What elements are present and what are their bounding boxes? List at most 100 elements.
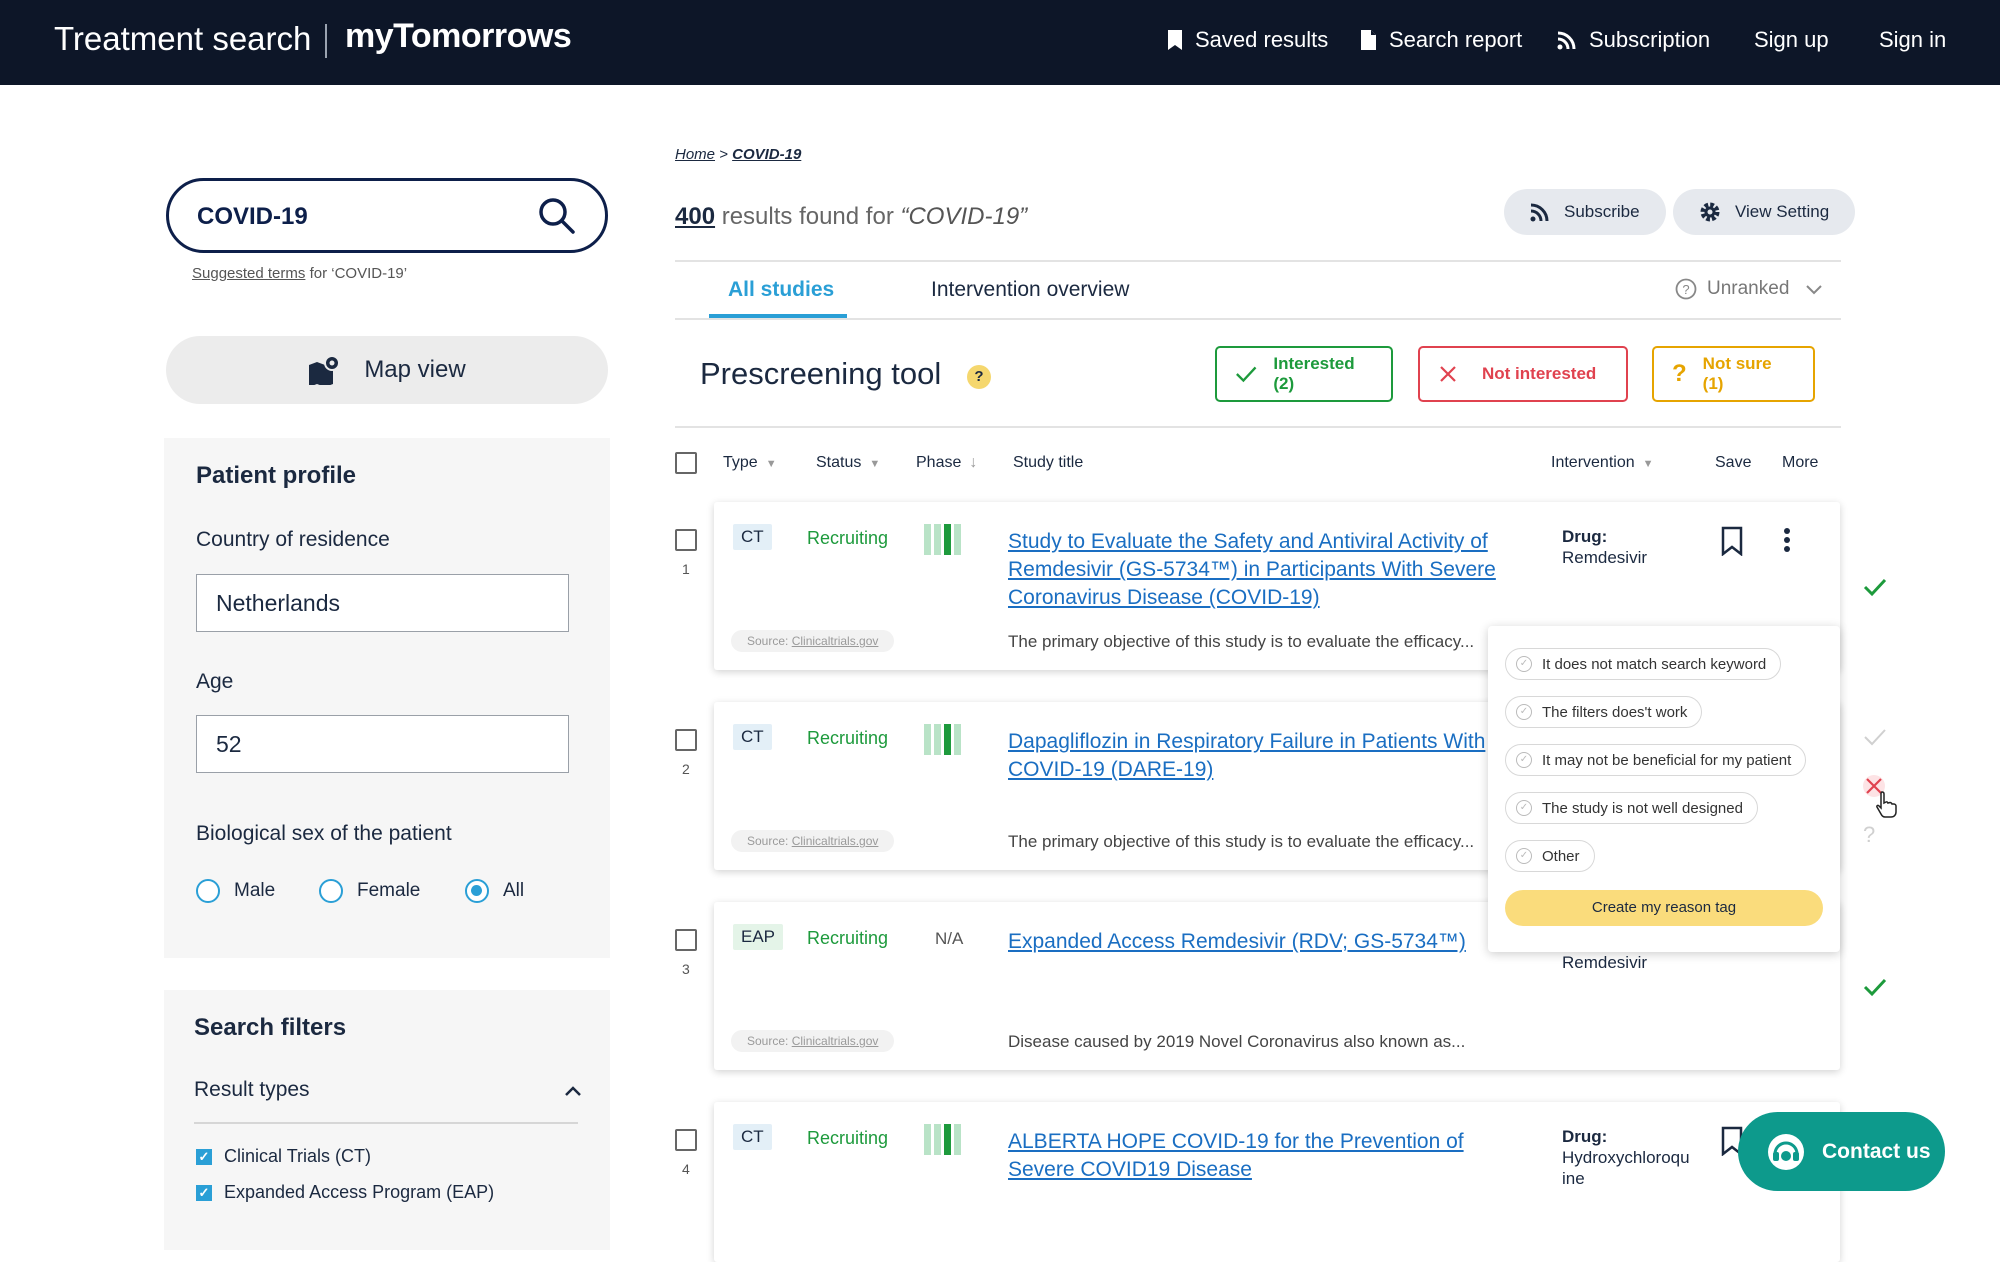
- age-label: Age: [196, 670, 234, 693]
- radio-male[interactable]: Male: [196, 879, 275, 903]
- caret-down-icon: ▼: [869, 458, 881, 470]
- check-icon[interactable]: [1863, 727, 1887, 747]
- source-prefix: Source:: [747, 634, 792, 648]
- radio-female[interactable]: Female: [319, 879, 420, 903]
- bookmark-icon[interactable]: [1720, 526, 1744, 556]
- check-icon[interactable]: [1863, 577, 1887, 597]
- row-number: 4: [682, 1161, 690, 1177]
- study-title-link[interactable]: Study to Evaluate the Safety and Antivir…: [1008, 528, 1528, 612]
- row-checkbox[interactable]: [675, 929, 697, 951]
- column-label: Status: [816, 454, 862, 471]
- map-view-button[interactable]: Map view: [166, 336, 608, 404]
- check-icon[interactable]: [1863, 977, 1887, 997]
- reason-tag[interactable]: ✓ It may not be beneficial for my patient: [1505, 744, 1807, 776]
- source-link[interactable]: Clinicaltrials.gov: [792, 1034, 879, 1048]
- tab-intervention-overview[interactable]: Intervention overview: [931, 278, 1129, 302]
- view-setting-label: View Setting: [1735, 202, 1830, 221]
- drug-label: Drug:: [1562, 1127, 1608, 1146]
- results-query: “COVID-19”: [900, 203, 1028, 230]
- row-checkbox[interactable]: [675, 529, 697, 551]
- checkbox-clinical-trials[interactable]: ✓ Clinical Trials (CT): [196, 1146, 371, 1167]
- saved-results-link[interactable]: Saved results: [1167, 27, 1328, 53]
- sign-up-link[interactable]: Sign up: [1754, 27, 1829, 53]
- breadcrumb-current[interactable]: COVID-19: [732, 146, 801, 163]
- row-number: 1: [682, 561, 690, 577]
- reason-tag[interactable]: ✓ It does not match search keyword: [1505, 648, 1782, 680]
- reason-tag[interactable]: ✓ Other: [1505, 840, 1595, 872]
- subscription-label: Subscription: [1589, 27, 1711, 52]
- study-phase: N/A: [935, 929, 964, 948]
- create-reason-tag-button[interactable]: Create my reason tag: [1505, 890, 1823, 926]
- search-input[interactable]: COVID-19: [166, 178, 608, 253]
- breadcrumb-home[interactable]: Home: [675, 146, 715, 163]
- document-icon: [1361, 30, 1376, 50]
- source-link[interactable]: Clinicaltrials.gov: [792, 634, 879, 648]
- radio-all[interactable]: All: [465, 879, 524, 903]
- chevron-up-icon[interactable]: [564, 1085, 582, 1097]
- radio-circle-selected: [465, 879, 489, 903]
- search-input-value: COVID-19: [197, 203, 308, 230]
- sign-in-link[interactable]: Sign in: [1879, 27, 1946, 53]
- radio-label: All: [503, 880, 525, 901]
- patient-profile-title: Patient profile: [196, 462, 357, 489]
- study-status: Recruiting: [807, 928, 889, 948]
- rank-label: Unranked: [1707, 278, 1790, 299]
- not-sure-button[interactable]: ? Not sure (1): [1652, 346, 1815, 402]
- study-description: Disease caused by 2019 Novel Coronavirus…: [1008, 1032, 1466, 1051]
- search-icon[interactable]: [537, 196, 577, 236]
- reason-tag[interactable]: ✓ The filters does't work: [1505, 696, 1703, 728]
- search-report-link[interactable]: Search report: [1360, 27, 1522, 53]
- interested-button[interactable]: Interested (2): [1215, 346, 1393, 402]
- gear-icon: [1700, 202, 1720, 222]
- question-icon[interactable]: ?: [1863, 822, 1875, 848]
- reason-tag[interactable]: ✓ The study is not well designed: [1505, 792, 1758, 824]
- column-type[interactable]: Type ▼: [723, 454, 777, 472]
- rss-icon: [1557, 31, 1576, 50]
- column-phase[interactable]: Phase ↓: [916, 454, 977, 472]
- row-checkbox[interactable]: [675, 729, 697, 751]
- check-circle-icon: ✓: [1516, 656, 1532, 672]
- column-label: Phase: [916, 454, 962, 471]
- study-title-link[interactable]: Dapagliflozin in Respiratory Failure in …: [1008, 728, 1498, 784]
- view-setting-button[interactable]: View Setting: [1673, 189, 1856, 235]
- check-circle-icon: ✓: [1516, 800, 1532, 816]
- app-title: Treatment search: [54, 20, 312, 57]
- result-types-toggle[interactable]: Result types: [194, 1078, 310, 1102]
- close-icon: [1440, 366, 1456, 382]
- radio-label: Female: [357, 880, 421, 901]
- source-link[interactable]: Clinicaltrials.gov: [792, 834, 879, 848]
- suggested-terms-link[interactable]: Suggested terms: [192, 265, 305, 282]
- divider: [675, 260, 1841, 262]
- reason-label: The study is not well designed: [1542, 799, 1743, 817]
- not-sure-label: Not sure (1): [1702, 354, 1772, 393]
- checkbox-expanded-access[interactable]: ✓ Expanded Access Program (EAP): [196, 1182, 494, 1203]
- support-headset-icon: [1768, 1133, 1804, 1170]
- brand-divider: [325, 24, 327, 58]
- country-field[interactable]: Netherlands: [196, 574, 569, 632]
- tab-all-studies[interactable]: All studies: [728, 278, 834, 302]
- mytomorrows-logo[interactable]: myTomorrows: [345, 17, 572, 56]
- contact-us-label: Contact us: [1822, 1139, 1931, 1163]
- study-title-link[interactable]: ALBERTA HOPE COVID-19 for the Prevention…: [1008, 1128, 1528, 1184]
- check-circle-icon: ✓: [1516, 848, 1532, 864]
- study-description: The primary objective of this study is t…: [1008, 832, 1475, 851]
- age-field[interactable]: 52: [196, 715, 569, 773]
- subscribe-button[interactable]: Subscribe: [1504, 189, 1666, 235]
- more-vertical-icon[interactable]: [1783, 528, 1791, 552]
- column-more: More: [1782, 454, 1819, 471]
- column-intervention[interactable]: Intervention ▼: [1551, 454, 1654, 472]
- study-title-link[interactable]: Expanded Access Remdesivir (RDV; GS-5734…: [1008, 928, 1528, 956]
- study-type-badge: CT: [733, 524, 772, 550]
- rank-dropdown[interactable]: ? Unranked: [1675, 278, 1823, 300]
- sex-label: Biological sex of the patient: [196, 822, 452, 845]
- row-checkbox[interactable]: [675, 1129, 697, 1151]
- not-interested-button[interactable]: Not interested: [1418, 346, 1628, 402]
- select-all-checkbox[interactable]: [675, 452, 697, 474]
- caret-down-icon: ▼: [765, 458, 777, 470]
- prescreening-help-icon[interactable]: ?: [967, 365, 991, 389]
- prescreening-title: Prescreening tool: [700, 356, 942, 391]
- contact-us-button[interactable]: Contact us: [1738, 1112, 1945, 1191]
- row-number: 3: [682, 961, 690, 977]
- column-status[interactable]: Status ▼: [816, 454, 880, 472]
- subscription-link[interactable]: Subscription: [1557, 27, 1710, 53]
